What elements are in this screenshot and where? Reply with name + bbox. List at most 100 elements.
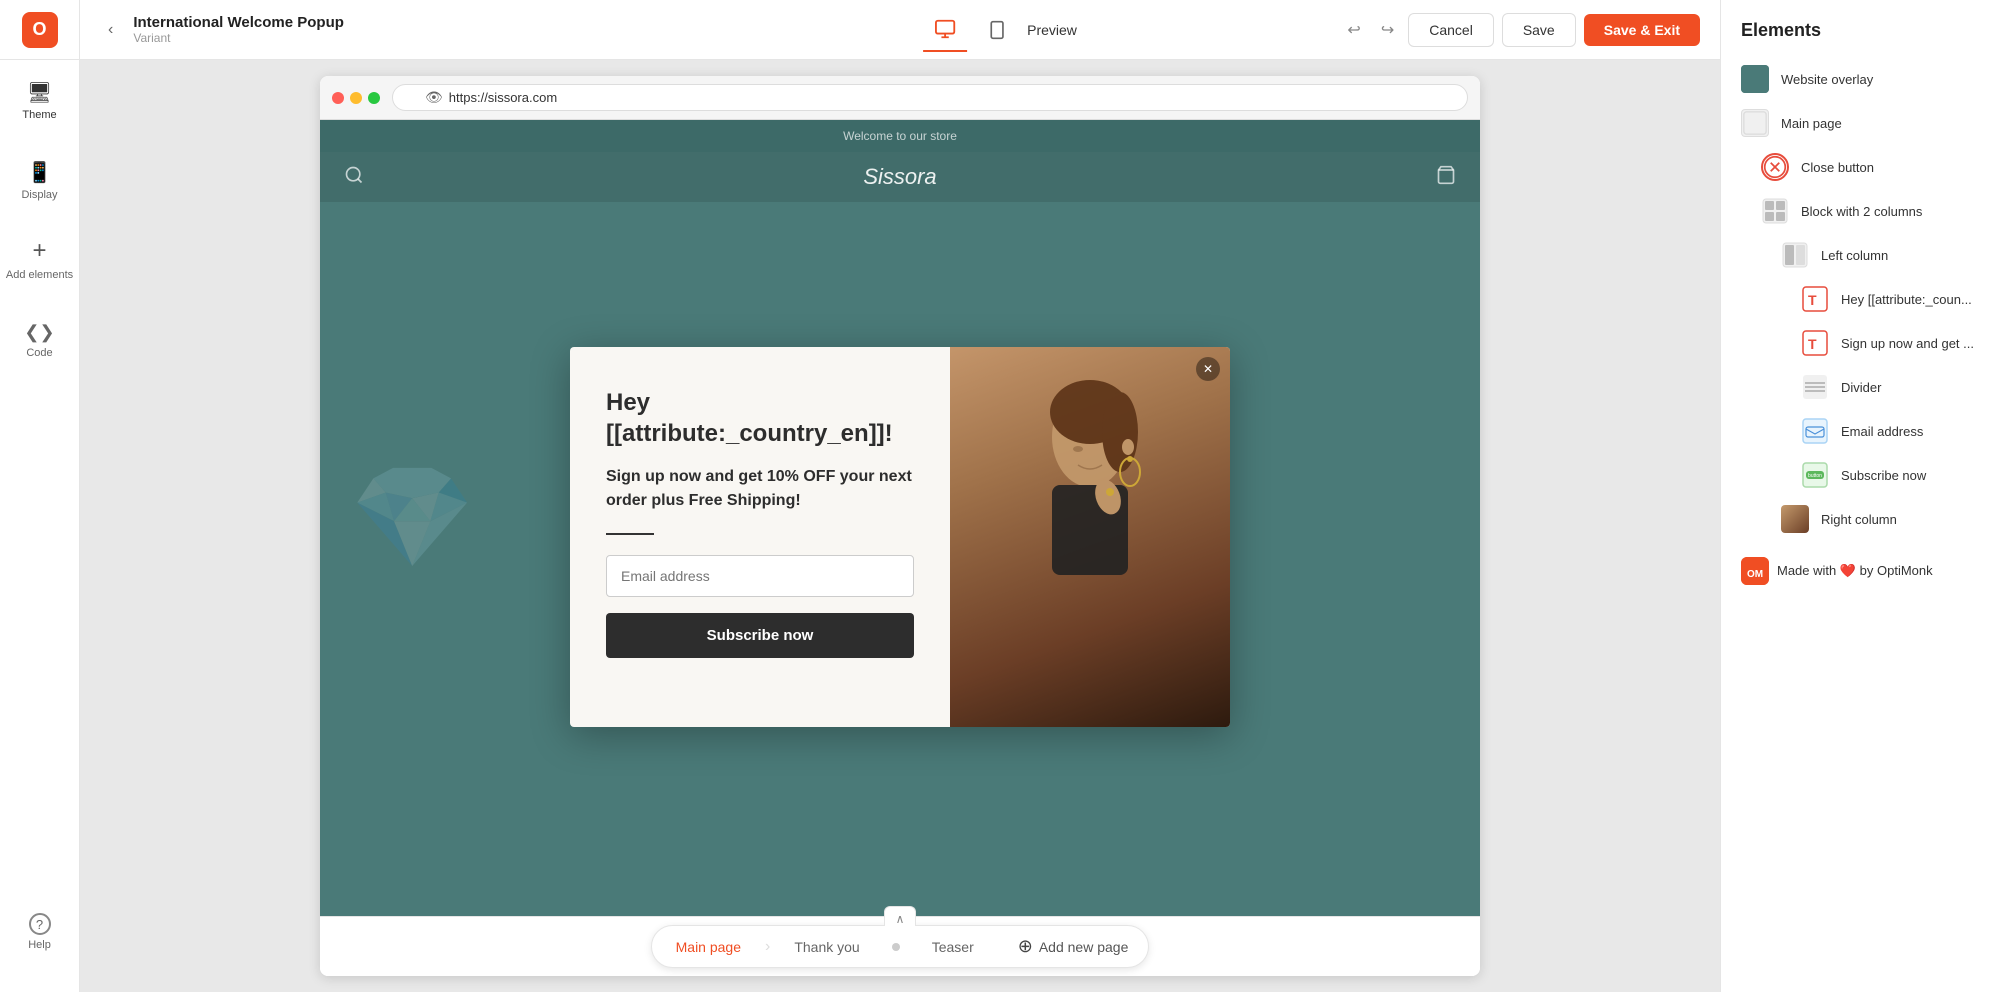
theme-label: Theme — [22, 109, 56, 121]
code-icon: ❮❯ — [24, 322, 54, 343]
page-subtitle: Variant — [133, 31, 1329, 45]
chevron-up-icon[interactable]: ∧ — [884, 906, 916, 926]
add-icon: + — [32, 237, 46, 265]
theme-icon: 🖥 — [27, 80, 52, 105]
popup-email-input[interactable] — [606, 555, 914, 597]
element-close-button[interactable]: Close button — [1721, 145, 2000, 189]
popup-left-column: Hey [[attribute:_country_en]]! Sign up n… — [570, 347, 950, 727]
cancel-button[interactable]: Cancel — [1408, 13, 1494, 47]
subscribe-button-icon: button — [1801, 461, 1829, 489]
elements-panel-title: Elements — [1721, 20, 2000, 57]
sidebar-bottom: ? Help — [0, 892, 80, 972]
text-signup-icon: T — [1801, 329, 1829, 357]
earring-decoration: 💎 — [350, 460, 475, 577]
url-text: https://sissora.com — [449, 90, 557, 105]
popup-headline-text: Hey [[attribute:_country_en]]! — [606, 387, 914, 449]
preview-button[interactable]: Preview — [1027, 22, 1077, 38]
email-address-label: Email address — [1841, 424, 1923, 439]
element-block-2cols[interactable]: Block with 2 columns — [1721, 189, 2000, 233]
sidebar-item-display[interactable]: 📱 Display — [0, 140, 80, 220]
block-2cols-icon — [1761, 197, 1789, 225]
header-title-area: International Welcome Popup Variant — [133, 14, 1329, 45]
svg-text:T: T — [1808, 336, 1817, 352]
popup-close-button[interactable]: ✕ — [1196, 357, 1220, 381]
popup-modal: Hey [[attribute:_country_en]]! Sign up n… — [570, 347, 1230, 727]
main-area: ‹ International Welcome Popup Variant Pr… — [80, 0, 1720, 992]
add-page-icon: ⊕ — [1018, 936, 1033, 957]
element-text-hey[interactable]: T Hey [[attribute:_coun... — [1721, 277, 2000, 321]
add-page-button[interactable]: ⊕ Add new page — [998, 926, 1149, 967]
tab-thank-you[interactable]: Thank you — [770, 929, 883, 965]
made-with-optimonk[interactable]: OM Made with ❤️ by OptiMonk — [1721, 549, 2000, 593]
store-name: Sissora — [863, 164, 936, 190]
text-hey-label: Hey [[attribute:_coun... — [1841, 292, 1972, 307]
eye-icon: 👁 — [425, 89, 443, 106]
popup-divider — [606, 533, 654, 535]
element-website-overlay[interactable]: Website overlay — [1721, 57, 2000, 101]
sidebar-item-add[interactable]: + Add elements — [0, 220, 80, 300]
undo-button[interactable]: ↩ — [1341, 14, 1366, 46]
tab-main-page[interactable]: Main page — [652, 929, 765, 965]
tab-teaser[interactable]: Teaser — [908, 929, 998, 965]
search-icon[interactable] — [344, 165, 364, 190]
store-banner: Welcome to our store — [320, 120, 1480, 152]
website-background: Welcome to our store Sissora — [320, 120, 1480, 916]
sidebar-item-theme[interactable]: 🖥 Theme — [0, 60, 80, 140]
desktop-device-button[interactable] — [923, 8, 967, 52]
browser-frame: 👁 https://sissora.com Welcome to our sto… — [320, 76, 1480, 976]
element-email-address[interactable]: Email address — [1721, 409, 2000, 453]
tab-wrapper: ∧ Main page › Thank you Teaser ⊕ Add new… — [651, 925, 1150, 968]
optimonk-icon: OM — [1741, 557, 1769, 585]
left-column-icon — [1781, 241, 1809, 269]
dot-green — [368, 92, 380, 104]
element-main-page[interactable]: Main page — [1721, 101, 2000, 145]
popup-right-column: ✕ — [950, 347, 1230, 727]
element-text-signup[interactable]: T Sign up now and get ... — [1721, 321, 2000, 365]
svg-text:T: T — [1808, 292, 1817, 308]
browser-chrome: 👁 https://sissora.com — [320, 76, 1480, 120]
element-subscribe-button[interactable]: button Subscribe now — [1721, 453, 2000, 497]
top-header: ‹ International Welcome Popup Variant Pr… — [80, 0, 1720, 60]
subscribe-button-label: Subscribe now — [1841, 468, 1926, 483]
close-button-label: Close button — [1801, 160, 1874, 175]
divider-label: Divider — [1841, 380, 1881, 395]
add-label: Add elements — [6, 269, 73, 282]
logo-area: O — [0, 0, 80, 60]
text-signup-label: Sign up now and get ... — [1841, 336, 1974, 351]
save-exit-button[interactable]: Save & Exit — [1584, 14, 1700, 46]
element-divider[interactable]: Divider — [1721, 365, 2000, 409]
block-2cols-label: Block with 2 columns — [1801, 204, 1922, 219]
popup-subtext: Sign up now and get 10% OFF your next or… — [606, 465, 914, 513]
popup-subscribe-button[interactable]: Subscribe now — [606, 613, 914, 658]
add-page-label: Add new page — [1039, 939, 1129, 955]
left-column-label: Left column — [1821, 248, 1888, 263]
svg-text:OM: OM — [1747, 569, 1763, 580]
mobile-device-button[interactable] — [975, 8, 1019, 52]
banner-text: Welcome to our store — [843, 129, 957, 143]
header-actions: ↩ ↪ Cancel Save Save & Exit — [1341, 13, 1700, 47]
element-left-column[interactable]: Left column — [1721, 233, 2000, 277]
back-button[interactable]: ‹ — [100, 17, 121, 43]
email-icon — [1801, 417, 1829, 445]
display-label: Display — [21, 189, 57, 201]
redo-button[interactable]: ↪ — [1375, 14, 1400, 46]
canvas-area: 👁 https://sissora.com Welcome to our sto… — [80, 60, 1720, 992]
sidebar-item-help[interactable]: ? Help — [0, 892, 80, 972]
dot-red — [332, 92, 344, 104]
overlay-icon — [1741, 65, 1769, 93]
save-button[interactable]: Save — [1502, 13, 1576, 47]
close-button-icon — [1761, 153, 1789, 181]
divider-icon — [1801, 373, 1829, 401]
right-column-icon — [1781, 505, 1809, 533]
left-sidebar: O 🖥 Theme 📱 Display + Add elements ❮❯ Co… — [0, 0, 80, 992]
element-right-column[interactable]: Right column — [1721, 497, 2000, 541]
dot-yellow — [350, 92, 362, 104]
browser-dots — [332, 92, 380, 104]
cart-icon[interactable] — [1436, 165, 1456, 190]
overlay-label: Website overlay — [1781, 72, 1873, 87]
help-icon: ? — [29, 913, 51, 935]
sidebar-item-code[interactable]: ❮❯ Code — [0, 300, 80, 380]
main-page-label: Main page — [1781, 116, 1842, 131]
app-logo[interactable]: O — [22, 12, 58, 48]
display-icon: 📱 — [27, 160, 52, 185]
